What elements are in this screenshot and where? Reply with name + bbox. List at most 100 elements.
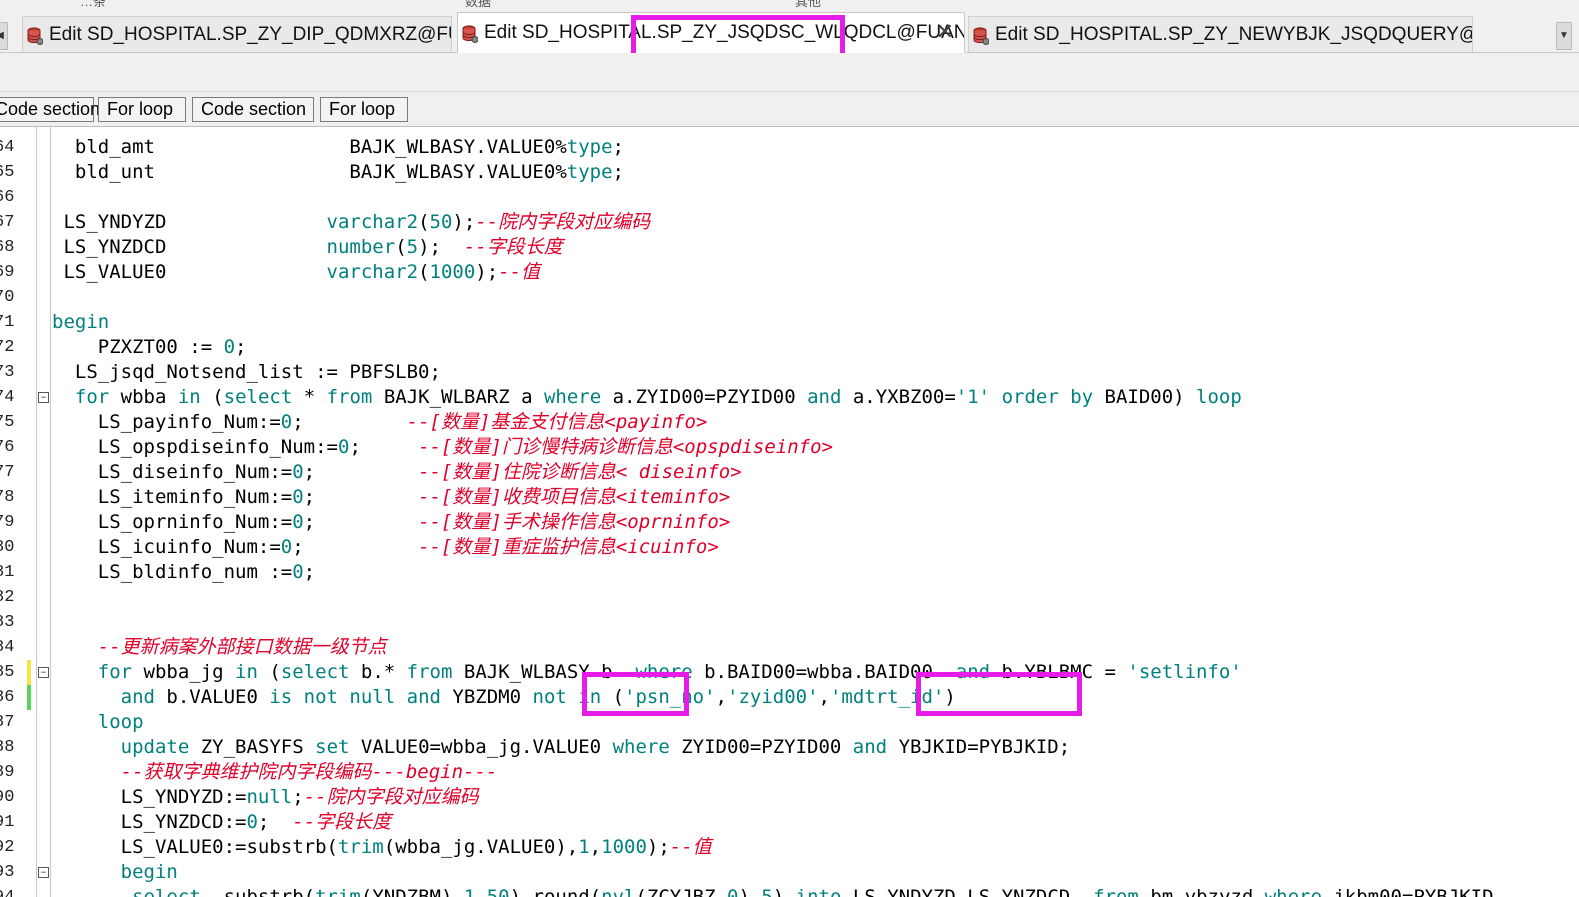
tab-sp-zy-newybjk-jsqdquery[interactable]: Edit SD_HOSPITAL.SP_ZY_NEWYBJK_JSQDQUERY… [968, 16, 1473, 52]
code-text[interactable]: select substrb(trim(YNDZBM),1,50),round(… [52, 885, 1493, 897]
code-text[interactable]: LS_YNDYZD:=null;--院内字段对应编码 [52, 785, 479, 810]
code-section-button-2[interactable]: Code section [192, 97, 314, 122]
code-line[interactable]: 86 and b.VALUE0 is not null and YBZDM0 n… [0, 685, 1579, 710]
code-text[interactable]: bld_unt BAJK_WLBASY.VALUE0%type; [52, 160, 624, 185]
line-number: 93 [0, 863, 15, 882]
close-tab-icon[interactable]: ✕ [936, 19, 954, 45]
fold-toggle-icon[interactable]: − [38, 667, 49, 678]
code-text[interactable]: LS_bldinfo_num :=0; [52, 560, 315, 585]
code-editor[interactable]: 64 bld_amt BAJK_WLBASY.VALUE0%type;65 bl… [0, 127, 1579, 897]
code-text[interactable]: --更新病案外部接口数据一级节点 [52, 635, 387, 660]
code-text[interactable]: update ZY_BASYFS set VALUE0=wbba_jg.VALU… [52, 735, 1071, 760]
code-line[interactable]: 69 LS_VALUE0 varchar2(1000);--值 [0, 260, 1579, 285]
line-number: 70 [0, 288, 15, 307]
code-text[interactable]: and b.VALUE0 is not null and YBZDM0 not … [52, 685, 956, 710]
line-number: 94 [0, 885, 22, 897]
code-text[interactable]: LS_VALUE0:=substrb(trim(wbba_jg.VALUE0),… [52, 835, 712, 860]
line-number: 90 [0, 788, 15, 807]
line-number: 73 [0, 363, 15, 382]
line-number: 64 [0, 138, 15, 157]
line-number: 65 [0, 163, 15, 182]
line-number: 89 [0, 763, 15, 782]
line-number: 75 [0, 413, 15, 432]
code-line[interactable]: 77 LS_diseinfo_Num:=0; --[数量]住院诊断信息< dis… [0, 460, 1579, 485]
menu-fragment-left: …条 [80, 0, 107, 8]
code-line[interactable]: 76 LS_opspdiseinfo_Num:=0; --[数量]门诊慢特病诊断… [0, 435, 1579, 460]
code-line[interactable]: 90 LS_YNDYZD:=null;--院内字段对应编码 [0, 785, 1579, 810]
line-number: 78 [0, 488, 15, 507]
code-line[interactable]: 68 LS_YNZDCD number(5); --字段长度 [0, 235, 1579, 260]
code-text[interactable]: begin [52, 310, 109, 335]
code-text[interactable]: LS_icuinfo_Num:=0; --[数量]重症监护信息<icuinfo> [52, 535, 719, 560]
code-line[interactable]: 81 LS_bldinfo_num :=0; [0, 560, 1579, 585]
line-number: 77 [0, 463, 15, 482]
code-text[interactable]: LS_iteminfo_Num:=0; --[数量]收费项目信息<iteminf… [52, 485, 730, 510]
code-line[interactable]: 94 select substrb(trim(YNDZBM),1,50),rou… [0, 885, 1579, 897]
code-text[interactable]: LS_oprninfo_Num:=0; --[数量]手术操作信息<oprninf… [52, 510, 730, 535]
code-line[interactable]: 72 PZXZT00 := 0; [0, 335, 1579, 360]
fold-toggle-icon[interactable]: − [38, 392, 49, 403]
code-line[interactable]: 92 LS_VALUE0:=substrb(trim(wbba_jg.VALUE… [0, 835, 1579, 860]
tab-sp-zy-jsqdsc-wlqdcl[interactable]: Edit SD_HOSPITAL.SP_ZY_JSQDSC_WLQDCL@FUA… [457, 12, 965, 53]
code-line[interactable]: 75 LS_payinfo_Num:=0; --[数量]基金支付信息<payin… [0, 410, 1579, 435]
menu-fragment-right: 其他 [795, 0, 822, 8]
code-line[interactable]: 80 LS_icuinfo_Num:=0; --[数量]重症监护信息<icuin… [0, 535, 1579, 560]
code-line[interactable]: 89 --获取字典维护院内字段编码---begin--- [0, 760, 1579, 785]
line-number: 74 [0, 388, 15, 407]
code-line[interactable]: 91 LS_YNZDCD:=0; --字段长度 [0, 810, 1579, 835]
code-line[interactable]: 64 bld_amt BAJK_WLBASY.VALUE0%type; [0, 135, 1579, 160]
code-text[interactable]: LS_YNZDCD:=0; --字段长度 [52, 810, 392, 835]
code-text[interactable]: LS_diseinfo_Num:=0; --[数量]住院诊断信息< disein… [52, 460, 742, 485]
code-text[interactable]: --获取字典维护院内字段编码---begin--- [52, 760, 498, 785]
code-section-button-1[interactable]: Code section [0, 97, 100, 122]
code-line[interactable]: 73 LS_jsqd_Notsend_list := PBFSLB0; [0, 360, 1579, 385]
code-line[interactable]: 71 begin [0, 310, 1579, 335]
code-line[interactable]: 84 --更新病案外部接口数据一级节点 [0, 635, 1579, 660]
tab-scroll-left-button[interactable]: ◀ [0, 22, 8, 50]
line-number: 79 [0, 513, 15, 532]
for-loop-button-1[interactable]: For loop [98, 97, 186, 122]
code-line[interactable]: 85 − for wbba_jg in (select b.* from BAJK… [0, 660, 1579, 685]
database-icon [462, 25, 478, 43]
code-line[interactable]: 70 [0, 285, 1579, 310]
line-number: 66 [0, 188, 15, 207]
fold-toggle-icon[interactable]: − [38, 867, 49, 878]
tab-label: Edit SD_HOSPITAL.SP_ZY_JSQDSC_WLQDCL@FUA… [484, 21, 965, 43]
editor-toolbar [0, 53, 1579, 92]
code-line[interactable]: 88 update ZY_BASYFS set VALUE0=wbba_jg.V… [0, 735, 1579, 760]
line-number: 82 [0, 588, 15, 607]
code-line[interactable]: 93 − begin [0, 860, 1579, 885]
code-text[interactable]: LS_YNDYZD varchar2(50);--院内字段对应编码 [52, 210, 650, 235]
code-text[interactable]: LS_VALUE0 varchar2(1000);--值 [52, 260, 540, 285]
code-line[interactable]: 82 [0, 585, 1579, 610]
code-text[interactable]: LS_jsqd_Notsend_list := PBFSLB0; [52, 360, 441, 385]
top-menu-strip: …条 数据 其他 [0, 0, 1579, 8]
code-line[interactable]: 79 LS_oprninfo_Num:=0; --[数量]手术操作信息<oprn… [0, 510, 1579, 535]
code-line[interactable]: 67 LS_YNDYZD varchar2(50);--院内字段对应编码 [0, 210, 1579, 235]
code-text[interactable]: PZXZT00 := 0; [52, 335, 247, 360]
line-number: 67 [0, 213, 15, 232]
code-line[interactable]: 65 bld_unt BAJK_WLBASY.VALUE0%type; [0, 160, 1579, 185]
line-number: 87 [0, 713, 15, 732]
code-text[interactable]: LS_opspdiseinfo_Num:=0; --[数量]门诊慢特病诊断信息<… [52, 435, 833, 460]
code-text[interactable]: LS_YNZDCD number(5); --字段长度 [52, 235, 562, 260]
code-line[interactable]: 66 [0, 185, 1579, 210]
for-loop-button-2[interactable]: For loop [320, 97, 408, 122]
tab-sp-zy-dip-qdmxrz[interactable]: Edit SD_HOSPITAL.SP_ZY_DIP_QDMXRZ@FUANZS [22, 16, 452, 52]
editor-tab-bar: ◀ Edit SD_HOSPITAL.SP_ZY_DIP_QDMXRZ@FUAN… [0, 8, 1579, 53]
code-line[interactable]: 83 [0, 610, 1579, 635]
code-text[interactable]: for wbba in (select * from BAJK_WLBARZ a… [52, 385, 1242, 410]
tab-scroll-down-button[interactable]: ▼ [1556, 22, 1572, 50]
line-number: 88 [0, 738, 15, 757]
code-text[interactable]: bld_amt BAJK_WLBASY.VALUE0%type; [52, 135, 624, 160]
code-line[interactable]: 74 − for wbba in (select * from BAJK_WLBA… [0, 385, 1579, 410]
code-text[interactable]: loop [52, 710, 144, 735]
code-text[interactable]: begin [52, 860, 178, 885]
code-line[interactable]: 87 loop [0, 710, 1579, 735]
database-icon [973, 27, 989, 45]
line-number: 91 [0, 813, 15, 832]
database-icon [27, 27, 43, 45]
code-line[interactable]: 78 LS_iteminfo_Num:=0; --[数量]收费项目信息<item… [0, 485, 1579, 510]
code-text[interactable]: for wbba_jg in (select b.* from BAJK_WLB… [52, 660, 1242, 685]
code-text[interactable]: LS_payinfo_Num:=0; --[数量]基金支付信息<payinfo> [52, 410, 708, 435]
